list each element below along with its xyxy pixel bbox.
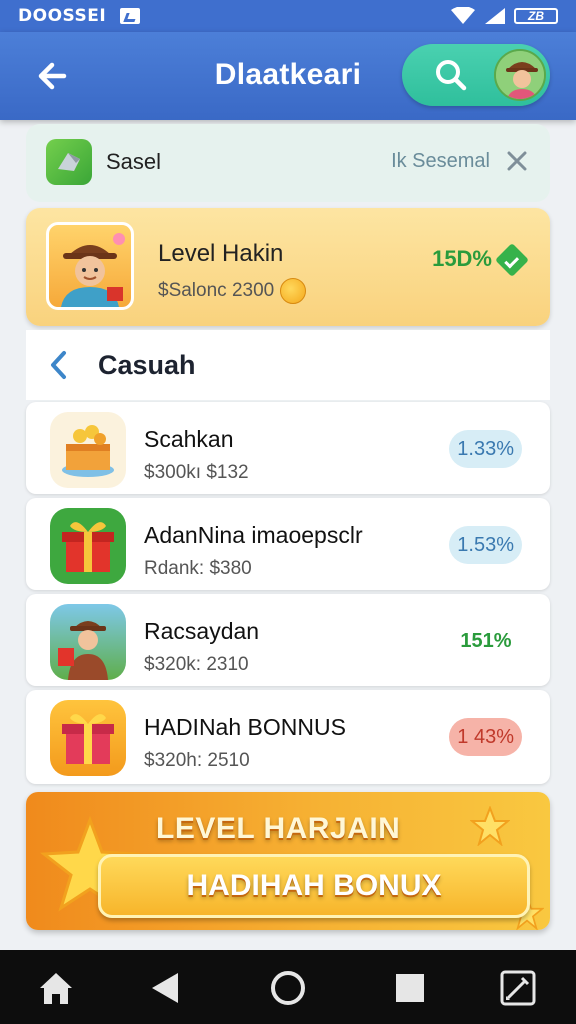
arrow-left-icon[interactable] [30, 54, 74, 98]
list-item[interactable]: HADINah BONNUS $320h: 2510 1 43% [26, 690, 550, 784]
item-title: AdanNina imaoepsclr [144, 522, 363, 548]
battery-icon: ZB [514, 8, 558, 24]
section-title: Casuah [98, 350, 196, 380]
star-icon [470, 806, 510, 846]
avatar-image [496, 51, 544, 99]
banner-heading: LEVEL HARJAIN [156, 812, 401, 845]
avatar[interactable] [494, 49, 546, 101]
featured-title: Level Hakin [158, 240, 284, 267]
status-bar: DOOSSEI ZB [0, 0, 576, 32]
wifi-icon [451, 7, 475, 24]
filter-action-link[interactable]: Ik Sesemal [391, 150, 490, 173]
recents-square-icon[interactable] [390, 968, 430, 1008]
section-header[interactable]: Casuah [26, 330, 550, 400]
list-item[interactable]: AdanNina imaoepsclr Rdank: $380 1.53% [26, 498, 550, 590]
home-icon[interactable] [36, 968, 76, 1008]
item-percent-badge: 151% [460, 629, 512, 652]
gift-box-thumbnail [50, 508, 126, 584]
gift-box-thumbnail [50, 412, 126, 488]
app-header: Dlaatkeari [0, 32, 576, 120]
featured-card[interactable]: Level Hakin $Salonc 2300 15D% [26, 208, 550, 326]
close-icon[interactable] [502, 146, 532, 176]
featured-subtitle-row: $Salonc 2300 [158, 278, 307, 304]
bonus-claim-button[interactable]: HADIHAH BONUX [98, 854, 530, 918]
item-subtitle: $320h: 2510 [144, 750, 250, 771]
item-subtitle: $300kı $132 [144, 462, 249, 483]
check-diamond-icon [495, 243, 529, 277]
header-actions [402, 44, 550, 106]
filter-label: Sasel [106, 149, 162, 174]
coin-icon [280, 278, 307, 304]
bonus-banner[interactable]: LEVEL HARJAIN HADIHAH BONUX [26, 792, 550, 930]
item-percent-badge: 1.53% [449, 526, 522, 564]
bonus-gift-thumbnail [50, 700, 126, 776]
back-triangle-icon[interactable] [146, 968, 186, 1008]
featured-character-thumbnail [46, 222, 134, 310]
list-item[interactable]: Scahkan $300kı $132 1.33% [26, 402, 550, 494]
system-nav-bar [0, 950, 576, 1024]
item-title: Racsaydan [144, 618, 260, 644]
character-thumbnail [50, 604, 126, 680]
reward-list: Scahkan $300kı $132 1.33% AdanNina imaoe… [26, 402, 550, 788]
status-icons: ZB [450, 7, 558, 25]
item-percent-badge: 1.33% [449, 430, 522, 468]
search-icon[interactable] [432, 56, 470, 94]
filter-row: Sasel Ik Sesemal [26, 124, 550, 202]
item-title: Scahkan [144, 426, 234, 452]
item-subtitle: $320k: 2310 [144, 654, 249, 675]
signal-icon [485, 8, 505, 24]
list-item[interactable]: Racsaydan $320k: 2310 151% [26, 594, 550, 686]
featured-subtitle: $Salonc 2300 [158, 280, 275, 301]
home-circle-icon[interactable] [268, 968, 308, 1008]
edit-icon[interactable] [498, 968, 538, 1008]
notification-icon [120, 8, 141, 24]
chevron-left-icon[interactable] [46, 348, 72, 382]
filter-app-icon [46, 139, 92, 185]
status-carrier: DOOSSEI [18, 6, 107, 26]
featured-percent: 15D% [432, 246, 492, 271]
item-subtitle: Rdank: $380 [144, 558, 252, 579]
item-percent-badge: 1 43% [449, 718, 522, 756]
item-title: HADINah BONNUS [144, 714, 346, 740]
